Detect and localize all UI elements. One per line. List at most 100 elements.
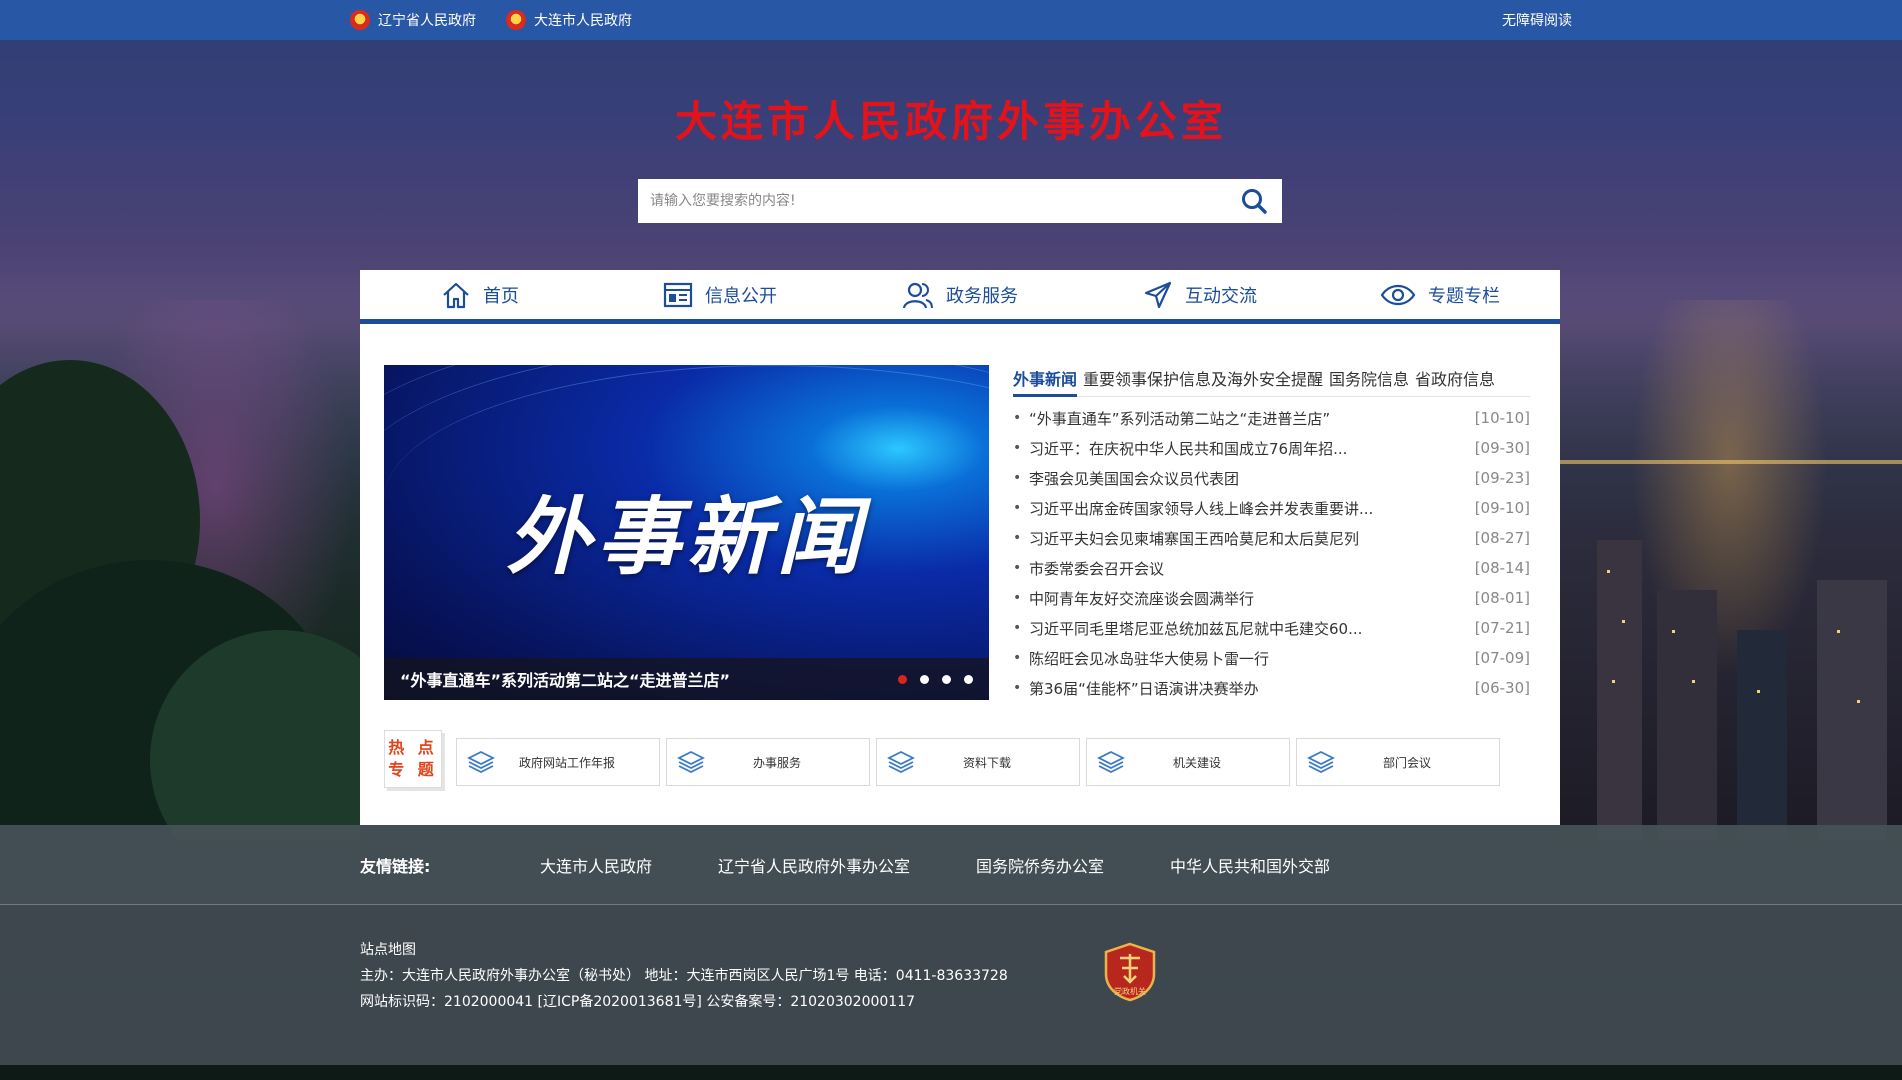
eye-icon — [1380, 284, 1416, 305]
bullet: • — [1013, 680, 1022, 696]
friend-link-mfa[interactable]: 中华人民共和国外交部 — [1170, 853, 1330, 877]
footer: 站点地图 主办：大连市人民政府外事办公室（秘书处） 地址：大连市西岗区人民广场1… — [0, 905, 1902, 1065]
bullet: • — [1013, 620, 1022, 636]
users-icon — [902, 282, 933, 308]
topic-services[interactable]: 办事服务 — [666, 738, 870, 786]
nav-services[interactable]: 政务服务 — [840, 270, 1080, 319]
slider-dot-2[interactable] — [920, 674, 929, 684]
layers-icon — [887, 750, 915, 774]
hot-topics-badge: 热 点 专 题 — [384, 730, 442, 788]
bullet: • — [1013, 470, 1022, 486]
topic-annual-report[interactable]: 政府网站工作年报 — [456, 738, 660, 786]
hot-badge-line1: 热 点 — [388, 738, 438, 757]
news-item[interactable]: • 习近平同毛里塔尼亚总统加兹瓦尼就中毛建交60... [07-21] — [1013, 613, 1530, 643]
news-date: [07-21] — [1474, 619, 1530, 637]
slider-dots — [898, 674, 973, 684]
home-icon — [443, 282, 469, 308]
background-city-left — [0, 300, 360, 840]
news-date: [08-14] — [1474, 559, 1530, 577]
search-input[interactable] — [638, 179, 1226, 223]
main-nav: 首页 信息公开 政务服务 互动交流 专题专栏 — [360, 270, 1560, 324]
party-gov-badge[interactable]: 党政机关 — [1104, 942, 1156, 1002]
topic-org-building[interactable]: 机关建设 — [1086, 738, 1290, 786]
nav-info[interactable]: 信息公开 — [600, 270, 840, 319]
bullet: • — [1013, 560, 1022, 576]
toplink-label: 辽宁省人民政府 — [378, 13, 476, 29]
nav-topics[interactable]: 专题专栏 — [1320, 270, 1560, 319]
news-item[interactable]: • 习近平夫妇会见柬埔寨国王西哈莫尼和太后莫尼列 [08-27] — [1013, 523, 1530, 553]
news-list: • “外事直通车”系列活动第二站之“走进普兰店” [10-10] • 习近平：在庆祝中… — [1013, 403, 1530, 703]
hot-badge-line2: 专 题 — [388, 760, 438, 779]
site-title: 大连市人民政府外事办公室 — [674, 97, 1227, 146]
tab-consular-safety[interactable]: 重要领事保护信息及海外安全提醒 — [1083, 365, 1323, 397]
topic-dept-meetings[interactable]: 部门会议 — [1296, 738, 1500, 786]
news-date: [09-30] — [1474, 439, 1530, 457]
topic-links: 政府网站工作年报 办事服务 资料下载 机关建设 部门会议 — [456, 738, 1500, 786]
bullet: • — [1013, 590, 1022, 606]
news-item[interactable]: • 陈绍旺会见冰岛驻华大使易卜雷一行 [07-09] — [1013, 643, 1530, 673]
bullet: • — [1013, 500, 1022, 516]
slide-caption-bar: “外事直通车”系列活动第二站之“走进普兰店” — [384, 658, 989, 700]
news-date: [10-10] — [1474, 409, 1530, 427]
news-item[interactable]: • “外事直通车”系列活动第二站之“走进普兰店” [10-10] — [1013, 403, 1530, 433]
layers-icon — [467, 750, 495, 774]
badge-text: 党政机关 — [1114, 986, 1146, 996]
news-item[interactable]: • 李强会见美国国会众议员代表团 [09-23] — [1013, 463, 1530, 493]
news-date: [08-01] — [1474, 589, 1530, 607]
slider-dot-4[interactable] — [964, 674, 973, 684]
toplink-dalian[interactable]: 大连市人民政府 — [506, 10, 632, 30]
footer-info: 站点地图 主办：大连市人民政府外事办公室（秘书处） 地址：大连市西岗区人民广场1… — [360, 937, 1008, 1015]
news-item[interactable]: • 第36届“佳能杯”日语演讲决赛举办 [06-30] — [1013, 673, 1530, 703]
search-button[interactable] — [1226, 179, 1282, 223]
nav-label: 专题专栏 — [1428, 285, 1500, 307]
tab-state-council[interactable]: 国务院信息 — [1329, 365, 1409, 397]
friend-links-bar: 友情链接: 大连市人民政府 辽宁省人民政府外事办公室 国务院侨务办公室 中华人民… — [0, 825, 1902, 905]
info-icon — [663, 282, 693, 307]
national-emblem-icon — [506, 10, 526, 30]
topic-label: 部门会议 — [1382, 755, 1431, 770]
nav-home[interactable]: 首页 — [360, 270, 600, 319]
topic-label: 资料下载 — [962, 755, 1011, 770]
topic-label: 办事服务 — [752, 755, 801, 770]
news-slider[interactable]: 外事新闻 “外事直通车”系列活动第二站之“走进普兰店” — [384, 365, 989, 700]
slide-caption[interactable]: “外事直通车”系列活动第二站之“走进普兰店” — [400, 667, 898, 691]
toplink-liaoning[interactable]: 辽宁省人民政府 — [350, 10, 476, 30]
news-date: [07-09] — [1474, 649, 1530, 667]
news-date: [06-30] — [1474, 679, 1530, 697]
news-title: 中阿青年友好交流座谈会圆满举行 — [1029, 589, 1255, 608]
news-title: 习近平同毛里塔尼亚总统加兹瓦尼就中毛建交60... — [1029, 619, 1363, 638]
friend-link-overseas-chinese[interactable]: 国务院侨务办公室 — [976, 853, 1104, 877]
news-title: 第36届“佳能杯”日语演讲决赛举办 — [1029, 679, 1259, 698]
search-icon — [1242, 189, 1267, 214]
friend-link-liaoning-fao[interactable]: 辽宁省人民政府外事办公室 — [718, 853, 910, 877]
news-item[interactable]: • 习近平出席金砖国家领导人线上峰会并发表重要讲... [09-10] — [1013, 493, 1530, 523]
footer-ids: 网站标识码：2102000041 [辽ICP备2020013681号] 公安备案… — [360, 994, 916, 1010]
news-date: [09-23] — [1474, 469, 1530, 487]
nav-label: 首页 — [483, 285, 519, 307]
search-box — [638, 179, 1282, 223]
topic-downloads[interactable]: 资料下载 — [876, 738, 1080, 786]
news-item[interactable]: • 中阿青年友好交流座谈会圆满举行 [08-01] — [1013, 583, 1530, 613]
sitemap-link[interactable]: 站点地图 — [360, 937, 1008, 963]
bullet: • — [1013, 530, 1022, 546]
accessibility-link[interactable]: 无障碍阅读 — [1502, 10, 1572, 30]
news-item[interactable]: • 习近平：在庆祝中华人民共和国成立76周年招... [09-30] — [1013, 433, 1530, 463]
news-title: 习近平夫妇会见柬埔寨国王西哈莫尼和太后莫尼列 — [1029, 529, 1360, 548]
tab-foreign-news[interactable]: 外事新闻 — [1013, 365, 1078, 397]
news-title: 习近平出席金砖国家领导人线上峰会并发表重要讲... — [1029, 499, 1374, 518]
toplink-label: 大连市人民政府 — [534, 13, 632, 29]
party-gov-shield-icon: 党政机关 — [1104, 942, 1156, 1002]
slider-dot-3[interactable] — [942, 674, 951, 684]
news-item[interactable]: • 市委常委会召开会议 [08-14] — [1013, 553, 1530, 583]
main-panel: 首页 信息公开 政务服务 互动交流 专题专栏 外事新闻 “外事直通车”系列活动第… — [360, 270, 1560, 825]
topic-label: 政府网站工作年报 — [518, 755, 615, 770]
tab-provincial-gov[interactable]: 省政府信息 — [1415, 365, 1495, 397]
news-tabs: 外事新闻 重要领事保护信息及海外安全提醒 国务院信息 省政府信息 — [1013, 365, 1530, 397]
national-emblem-icon — [350, 10, 370, 30]
nav-interaction[interactable]: 互动交流 — [1080, 270, 1320, 319]
slide-heading: 外事新闻 — [506, 488, 867, 586]
news-title: 习近平：在庆祝中华人民共和国成立76周年招... — [1029, 439, 1348, 458]
friend-link-dalian-gov[interactable]: 大连市人民政府 — [540, 853, 652, 877]
slider-dot-1[interactable] — [898, 674, 907, 684]
send-icon — [1144, 281, 1172, 308]
